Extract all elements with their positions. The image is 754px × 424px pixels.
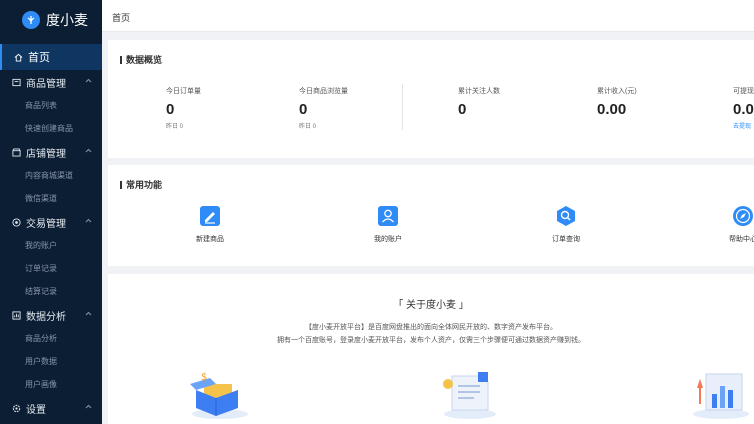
- stat-today-orders: 今日订单量 0 昨日 0: [166, 86, 201, 130]
- sidebar-item-home[interactable]: 首页: [0, 44, 102, 70]
- store-icon: [12, 147, 21, 157]
- stat-label: 可提现: [733, 88, 754, 95]
- sidebar-group-trade[interactable]: 交易管理: [0, 210, 102, 234]
- stat-label: 累计关注人数: [458, 88, 500, 95]
- breadcrumb[interactable]: 首页: [112, 11, 130, 24]
- stat-label: 今日订单量: [166, 88, 201, 95]
- sidebar-item-product-analysis[interactable]: 商品分析: [0, 327, 102, 350]
- sidebar-group-label: 设置: [26, 404, 46, 416]
- func-label: 我的账户: [374, 236, 402, 243]
- sidebar-item-user-profile[interactable]: 用户画像: [0, 373, 102, 396]
- search-icon: [555, 205, 577, 227]
- about-text-line2: 拥有一个百度账号，登录度小麦开放平台，发布个人资产，仅需三个步骤便可通过数据资产…: [277, 337, 585, 344]
- edit-icon: [199, 205, 221, 227]
- stat-value: 0: [299, 101, 308, 118]
- sidebar: 度小麦 首页 商品管理 商品列表 快速创建商品 店铺管理 内容商城渠道 微信渠道…: [0, 0, 102, 424]
- sidebar-nav: 首页 商品管理 商品列表 快速创建商品 店铺管理 内容商城渠道 微信渠道 交易管…: [0, 44, 102, 420]
- treasure-box-illustration: $: [190, 372, 248, 419]
- about-text-line1: 【度小麦开放平台】是百度网盘推出的面向全体网民开放的、数字资产发布平台。: [305, 324, 557, 331]
- func-label: 订单查询: [552, 236, 580, 243]
- func-new-product[interactable]: 新建商品: [175, 205, 245, 244]
- chart-illustration: [693, 373, 749, 419]
- chevron-up-icon: [85, 148, 92, 153]
- document-illustration: [443, 372, 496, 419]
- func-label: 帮助中心: [729, 236, 754, 243]
- stat-value: 0: [166, 101, 175, 118]
- compass-icon: [732, 205, 754, 227]
- sidebar-group-products[interactable]: 商品管理: [0, 70, 102, 94]
- stat-sub: 昨日 0: [299, 124, 317, 130]
- chevron-up-icon: [85, 78, 92, 83]
- functions-card: 常用功能 新建商品 我的账户 订单查询 帮助中心: [108, 165, 754, 266]
- stat-label: 累计收入(元): [597, 88, 637, 95]
- sidebar-item-quick-create[interactable]: 快速创建商品: [0, 117, 102, 140]
- logo-icon: [22, 11, 40, 29]
- chevron-up-icon: [85, 404, 92, 409]
- logo-text: 度小麦: [46, 12, 88, 28]
- stat-value: 0.00: [597, 101, 627, 118]
- overview-title: 数据概览: [120, 53, 162, 66]
- sidebar-item-content-channel[interactable]: 内容商城渠道: [0, 164, 102, 187]
- sidebar-group-label: 数据分析: [26, 311, 66, 323]
- sidebar-item-product-list[interactable]: 商品列表: [0, 94, 102, 117]
- chart-icon: [12, 310, 21, 320]
- sidebar-group-label: 交易管理: [26, 218, 66, 230]
- stat-value: 0.0: [733, 101, 754, 118]
- stat-withdrawable: 可提现 0.0 去提现: [733, 86, 754, 130]
- sidebar-item-user-data[interactable]: 用户数据: [0, 350, 102, 373]
- sidebar-group-label: 商品管理: [26, 78, 66, 90]
- about-title: 「 关于度小麦 」: [393, 300, 469, 311]
- withdraw-link[interactable]: 去提现: [733, 121, 754, 130]
- stat-today-views: 今日商品浏览量 0 昨日 0: [299, 86, 348, 130]
- top-bar: 首页: [102, 0, 754, 32]
- trade-icon: [12, 217, 21, 227]
- overview-card: 数据概览 今日订单量 0 昨日 0 今日商品浏览量 0 昨日 0 累计关注人数 …: [108, 40, 754, 158]
- sidebar-item-settlement-records[interactable]: 结算记录: [0, 280, 102, 303]
- func-help-center[interactable]: 帮助中心: [708, 205, 754, 244]
- stat-followers: 累计关注人数 0: [458, 86, 500, 118]
- stat-income: 累计收入(元) 0.00: [597, 86, 637, 118]
- func-label: 新建商品: [196, 236, 224, 243]
- functions-title: 常用功能: [120, 178, 162, 191]
- stat-value: 0: [458, 101, 467, 118]
- stat-sub: 昨日 0: [166, 124, 184, 130]
- sidebar-item-wechat-channel[interactable]: 微信渠道: [0, 187, 102, 210]
- sidebar-item-label: 首页: [28, 52, 50, 64]
- stat-label: 今日商品浏览量: [299, 88, 348, 95]
- box-icon: [12, 78, 21, 86]
- about-card: 「 关于度小麦 」 【度小麦开放平台】是百度网盘推出的面向全体网民开放的、数字资…: [108, 274, 754, 424]
- sidebar-item-my-account[interactable]: 我的账户: [0, 234, 102, 257]
- user-icon: [377, 205, 399, 227]
- sidebar-item-order-records[interactable]: 订单记录: [0, 257, 102, 280]
- sidebar-group-label: 店铺管理: [26, 148, 66, 160]
- sidebar-group-store[interactable]: 店铺管理: [0, 140, 102, 164]
- gear-icon: [12, 404, 21, 412]
- home-icon: [14, 53, 23, 62]
- sidebar-group-settings[interactable]: 设置: [0, 396, 102, 420]
- chevron-up-icon: [85, 218, 92, 223]
- sidebar-group-analytics[interactable]: 数据分析: [0, 303, 102, 327]
- func-order-search[interactable]: 订单查询: [531, 205, 601, 244]
- func-my-account[interactable]: 我的账户: [353, 205, 423, 244]
- divider: [402, 84, 403, 130]
- svg-text:$: $: [201, 372, 207, 383]
- logo[interactable]: 度小麦: [0, 0, 102, 40]
- chevron-up-icon: [85, 311, 92, 316]
